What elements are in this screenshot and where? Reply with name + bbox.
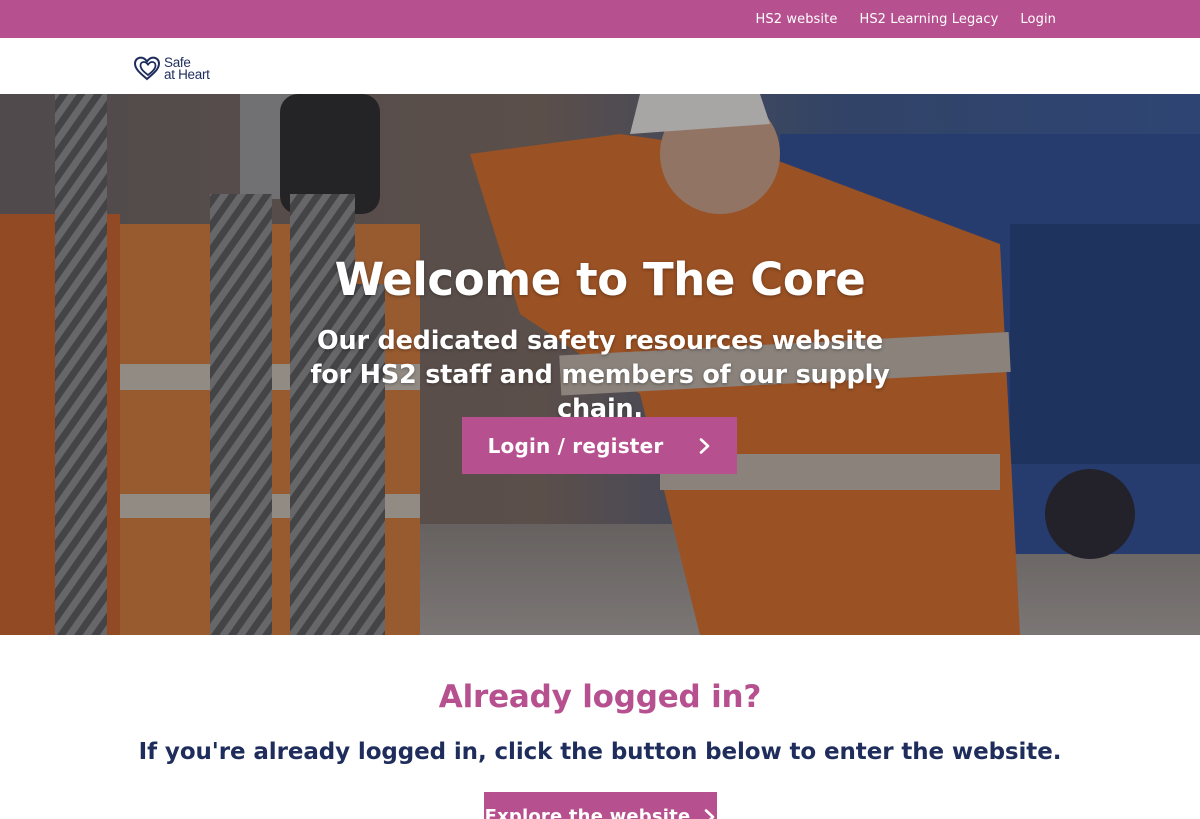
hs2-website-link[interactable]: HS2 website [756, 12, 838, 27]
hero-subtitle: Our dedicated safety resources website f… [310, 326, 890, 424]
login-register-button[interactable]: Login / register [462, 417, 737, 474]
login-link[interactable]: Login [1020, 12, 1056, 27]
utility-nav: HS2 website HS2 Learning Legacy Login [734, 0, 1056, 38]
safe-at-heart-logo[interactable]: Safe at Heart [133, 54, 210, 84]
logo-line-at-heart: at Heart [164, 67, 210, 82]
hs2-learning-legacy-link[interactable]: HS2 Learning Legacy [859, 12, 998, 27]
already-logged-in-heading: Already logged in? [438, 679, 762, 715]
explore-website-button[interactable]: Explore the website [484, 792, 717, 819]
hero-banner: Welcome to The Core Our dedicated safety… [0, 94, 1200, 635]
explore-website-label: Explore the website [484, 806, 691, 819]
chevron-right-icon [705, 809, 715, 819]
logo-wordmark: Safe at Heart [164, 56, 210, 82]
double-heart-icon [133, 56, 161, 81]
login-register-label: Login / register [487, 433, 664, 458]
chevron-right-icon [700, 437, 710, 454]
top-utility-bar: HS2 website HS2 Learning Legacy Login [0, 0, 1200, 38]
site-header: Safe at Heart [0, 38, 1200, 94]
hero-title: Welcome to The Core [334, 253, 866, 306]
already-logged-in-text: If you're already logged in, click the b… [138, 739, 1062, 765]
